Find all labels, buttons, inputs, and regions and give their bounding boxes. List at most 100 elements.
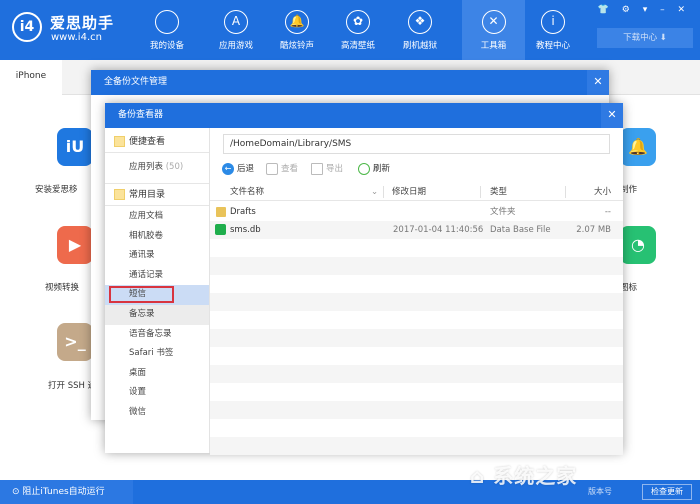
file-size: 2.07 MB: [576, 225, 611, 235]
folder-icon: [216, 207, 226, 217]
nav-6[interactable]: i 教程中心: [522, 0, 584, 60]
window-controls[interactable]: 👕 ⚙ ▾ – ✕: [598, 5, 690, 15]
export-button[interactable]: 导出: [311, 162, 343, 176]
file-pane: /HomeDomain/Library/SMS ← 后退 查看 导出 刷新 文件名…: [210, 128, 623, 455]
item-label: 桌面: [129, 367, 147, 378]
app-name: 爱思助手: [50, 14, 115, 32]
download-center-button[interactable]: 下载中心 ⬇: [597, 28, 693, 48]
magnifier-icon: [266, 162, 278, 175]
file-date: 2017-01-04 11:40:56: [393, 225, 484, 235]
nav-2[interactable]: 🔔 酷炫铃声: [266, 0, 328, 60]
refresh-button[interactable]: 刷新: [358, 162, 390, 176]
col-type[interactable]: 类型: [490, 183, 507, 201]
nav-3[interactable]: ✿ 高清壁纸: [327, 0, 389, 60]
file-type: 文件夹: [490, 207, 516, 217]
tool-label[interactable]: 打开 SSH 通: [48, 379, 96, 391]
check-update-button[interactable]: 检查更新: [642, 484, 692, 500]
apple-icon: [155, 10, 179, 34]
empty-row: [210, 365, 623, 383]
sidebar-item[interactable]: 备忘录: [105, 305, 209, 325]
sidebar-item[interactable]: Safari 书签: [105, 344, 209, 364]
sidebar-item[interactable]: 短信: [105, 285, 209, 305]
view-label: 查看: [281, 164, 299, 174]
export-icon: [311, 162, 323, 175]
item-label: 应用文档: [129, 211, 164, 221]
sidebar-item-app-list[interactable]: 应用列表 (50): [105, 156, 209, 178]
tool-icon[interactable]: ◔: [620, 226, 656, 264]
nav-label: 刷机越狱: [402, 41, 437, 51]
nav-1[interactable]: A 应用游戏: [205, 0, 267, 60]
empty-row: [210, 347, 623, 365]
bell-icon: 🔔: [285, 10, 309, 34]
divider: [383, 186, 384, 198]
nav-4[interactable]: ❖ 刷机越狱: [389, 0, 451, 60]
nav-label: 教程中心: [535, 41, 570, 51]
sort-chevron-icon[interactable]: ⌄: [371, 183, 378, 201]
back-button[interactable]: ← 后退: [222, 162, 254, 176]
tool-icon[interactable]: ▶: [57, 226, 93, 264]
empty-row: [210, 239, 623, 257]
sidebar-item[interactable]: 桌面: [105, 364, 209, 384]
tool-label[interactable]: 视频转换: [45, 281, 79, 293]
empty-row: [210, 401, 623, 419]
arrow-left-icon: ←: [222, 162, 234, 175]
sidebar-item[interactable]: 通讯录: [105, 246, 209, 266]
sidebar-item[interactable]: 应用文档: [105, 207, 209, 227]
top-bar: i4 爱思助手 www.i4.cn 我的设备 A 应用游戏 🔔 酷炫铃声 ✿ 高清壁纸 ❖ 刷机…: [0, 0, 700, 60]
item-label: 微信: [129, 407, 147, 417]
version-label: 版本号: [588, 487, 612, 496]
directory-sidebar: 便捷查看 应用列表 (50) 常用目录 应用文档相机胶卷通讯录通话记录短信 备忘录…: [105, 128, 210, 453]
view-button[interactable]: 查看: [266, 162, 298, 176]
file-type: Data Base File: [490, 225, 551, 235]
col-size[interactable]: 大小: [594, 183, 611, 201]
tool-icon[interactable]: >_: [57, 323, 93, 361]
sidebar-item[interactable]: 通话记录: [105, 266, 209, 286]
nav-0[interactable]: 我的设备: [136, 0, 198, 60]
block-itunes-toggle[interactable]: ⊙ 阻止iTunes自动运行: [0, 480, 133, 504]
close-icon[interactable]: ✕: [601, 103, 623, 128]
tool-icon[interactable]: iU: [57, 128, 93, 166]
item-label: 通话记录: [129, 269, 164, 280]
refresh-icon: [358, 162, 370, 175]
flower-icon: ✿: [346, 10, 370, 34]
file-row[interactable]: Drafts 文件夹 --: [210, 203, 623, 221]
nav-label: 工具箱: [480, 41, 507, 51]
path-input[interactable]: /HomeDomain/Library/SMS: [223, 134, 610, 154]
close-icon[interactable]: ✕: [587, 70, 609, 95]
common-dirs-section: 常用目录: [105, 184, 209, 206]
tool-icon[interactable]: 🔔: [620, 128, 656, 166]
logo-icon: i4: [12, 12, 42, 42]
item-count: (50): [165, 162, 184, 172]
file-name: sms.db: [230, 225, 261, 235]
tab-iphone[interactable]: iPhone: [0, 60, 62, 95]
nav-label: 应用游戏: [218, 41, 253, 51]
sidebar-item[interactable]: 相机胶卷: [105, 227, 209, 247]
app-url: www.i4.cn: [51, 32, 102, 43]
sidebar-item[interactable]: 微信: [105, 403, 209, 423]
file-row[interactable]: sms.db 2017-01-04 11:40:56 Data Base File 2…: [210, 221, 623, 239]
folder-icon: [114, 189, 125, 200]
tool-label[interactable]: 安装爱思移: [35, 183, 78, 195]
dialog-title: 全备份文件管理: [91, 70, 609, 95]
dropbox-icon: ❖: [408, 10, 432, 34]
col-date[interactable]: 修改日期: [392, 183, 426, 201]
nav-label: 我的设备: [149, 41, 184, 51]
divider: [480, 186, 481, 198]
nav-5[interactable]: ✕ 工具箱: [462, 0, 525, 60]
section-title: 便捷查看: [129, 137, 166, 147]
item-label: 通讯录: [129, 250, 155, 261]
item-label: Safari 书签: [129, 348, 174, 359]
section-title: 常用目录: [129, 190, 166, 200]
column-header: 文件名称 ⌄ 修改日期 类型 大小: [210, 183, 623, 201]
quick-view-section: 便捷查看: [105, 131, 209, 153]
dialog-title: 备份查看器: [105, 103, 623, 128]
watermark-logo: ⌂ 系统之家: [470, 464, 578, 488]
nav-label: 酷炫铃声: [279, 41, 314, 51]
message-icon: [215, 224, 226, 235]
sidebar-item[interactable]: 语音备忘录: [105, 325, 209, 345]
block-itunes-label: 阻止iTunes自动运行: [22, 487, 105, 497]
col-name[interactable]: 文件名称: [230, 183, 264, 201]
sidebar-item[interactable]: 设置: [105, 383, 209, 403]
empty-row: [210, 257, 623, 275]
highlight-box: [109, 286, 174, 304]
